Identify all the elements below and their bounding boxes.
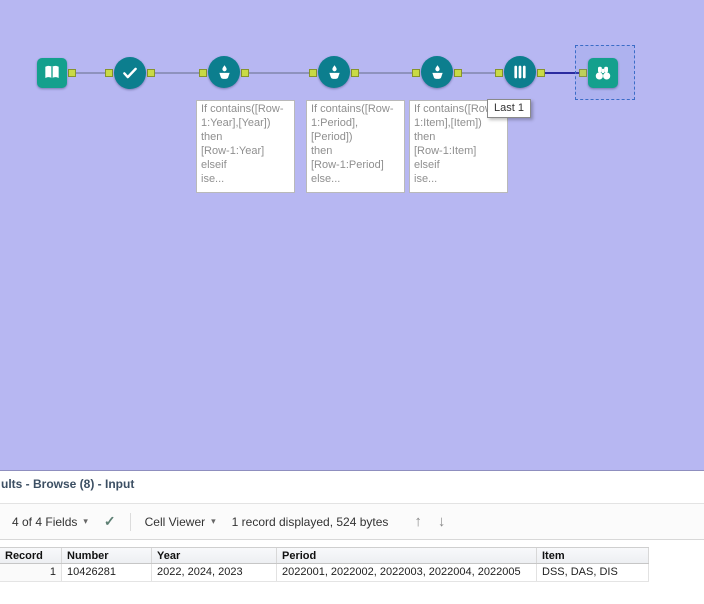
output-anchor[interactable] (454, 69, 462, 77)
arrow-down-icon[interactable]: ↓ (438, 513, 446, 530)
apply-check-icon[interactable]: ✓ (104, 513, 116, 530)
connection[interactable] (249, 72, 309, 74)
column-header-period[interactable]: Period (277, 548, 537, 563)
tool-sample[interactable] (504, 56, 536, 88)
column-header-record[interactable]: Record (0, 548, 62, 563)
output-anchor[interactable] (351, 69, 359, 77)
cell-item[interactable]: DSS, DAS, DIS (537, 564, 649, 581)
record-status-text: 1 record displayed, 524 bytes (231, 514, 389, 529)
formula-drop-icon (431, 64, 443, 79)
input-anchor[interactable] (495, 69, 503, 77)
input-anchor[interactable] (309, 69, 317, 77)
fields-dropdown-label: 4 of 4 Fields (12, 514, 78, 529)
connection[interactable] (155, 72, 199, 74)
tool-annotation[interactable]: If contains([Row- 1:Period], [Period]) t… (306, 100, 405, 193)
tool-multi-row-formula-3[interactable] (421, 56, 453, 88)
column-header-number[interactable]: Number (62, 548, 152, 563)
column-header-item[interactable]: Item (537, 548, 649, 563)
check-icon (123, 67, 137, 79)
binoculars-icon (595, 66, 611, 80)
input-anchor[interactable] (412, 69, 420, 77)
alteryx-window: If contains([Row- 1:Year],[Year]) then [… (0, 0, 704, 604)
chevron-down-icon: ▾ (211, 516, 216, 526)
formula-drop-icon (218, 64, 230, 79)
output-anchor[interactable] (537, 69, 545, 77)
table-header-row: Record Number Year Period Item (0, 547, 649, 564)
cell-year[interactable]: 2022, 2024, 2023 (152, 564, 277, 581)
connection[interactable] (76, 72, 105, 74)
tool-input-data[interactable] (37, 58, 67, 88)
toolbar-separator (129, 512, 131, 531)
tool-browse[interactable] (588, 58, 618, 88)
connection[interactable] (359, 72, 412, 74)
results-table: Record Number Year Period Item 1 1042628… (0, 547, 649, 582)
input-anchor[interactable] (199, 69, 207, 77)
input-anchor[interactable] (105, 69, 113, 77)
cell-record[interactable]: 1 (0, 564, 62, 581)
tool-select[interactable] (114, 57, 146, 89)
cell-viewer-dropdown[interactable]: Cell Viewer ▾ (145, 515, 216, 529)
tool-annotation[interactable]: If contains([Row- 1:Year],[Year]) then [… (196, 100, 295, 193)
tool-multi-row-formula-1[interactable] (208, 56, 240, 88)
tool-multi-row-formula-2[interactable] (318, 56, 350, 88)
arrow-up-icon[interactable]: ↑ (414, 513, 422, 530)
connection[interactable] (462, 72, 495, 74)
cell-period[interactable]: 2022001, 2022002, 2022003, 2022004, 2022… (277, 564, 537, 581)
test-tubes-icon (514, 65, 526, 79)
table-row[interactable]: 1 10426281 2022, 2024, 2023 2022001, 202… (0, 564, 649, 582)
output-anchor[interactable] (68, 69, 76, 77)
fields-dropdown[interactable]: 4 of 4 Fields ▾ (12, 515, 88, 529)
column-header-year[interactable]: Year (152, 548, 277, 563)
results-panel-title: ults - Browse (8) - Input (1, 477, 135, 491)
formula-drop-icon (328, 64, 340, 79)
connection-selected[interactable] (545, 72, 579, 74)
results-toolbar: 4 of 4 Fields ▾ ✓ Cell Viewer ▾ 1 record… (0, 503, 704, 540)
output-anchor[interactable] (241, 69, 249, 77)
cell-viewer-label: Cell Viewer (144, 514, 206, 529)
workflow-canvas[interactable]: If contains([Row- 1:Year],[Year]) then [… (0, 0, 704, 470)
book-icon (45, 65, 59, 79)
chevron-down-icon: ▾ (83, 516, 88, 526)
results-panel: ults - Browse (8) - Input 4 of 4 Fields … (0, 470, 704, 604)
cell-number[interactable]: 10426281 (62, 564, 152, 581)
output-anchor[interactable] (147, 69, 155, 77)
tool-annotation-sample[interactable]: Last 1 (487, 99, 531, 118)
